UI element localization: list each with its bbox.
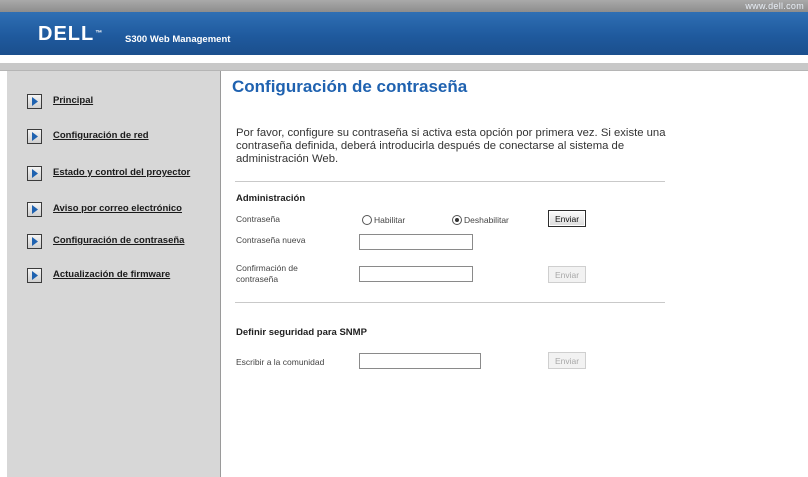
header-separator xyxy=(0,63,808,71)
snmp-submit-button[interactable]: Enviar xyxy=(548,352,586,369)
header-gap xyxy=(0,55,808,63)
sidebar-item-label: Estado y control del proyector xyxy=(53,167,191,178)
snmp-community-label: Escribir a la comunidad xyxy=(236,357,325,367)
arrow-right-icon xyxy=(27,166,42,181)
divider xyxy=(235,181,665,182)
confirm-password-input[interactable] xyxy=(359,266,473,282)
main-content: Configuración de contraseña Por favor, c… xyxy=(221,71,808,477)
confirm-password-label: Confirmación de contraseña xyxy=(236,263,298,284)
intro-text: Por favor, configure su contraseña si ac… xyxy=(236,127,666,165)
password-enable-submit-button[interactable]: Enviar xyxy=(548,210,586,227)
arrow-right-icon xyxy=(27,234,42,249)
disable-radio[interactable] xyxy=(452,215,462,225)
sidebar-item-label: Configuración de contraseña xyxy=(53,235,185,246)
sidebar-item-label: Configuración de red xyxy=(53,130,149,141)
page-title: Configuración de contraseña xyxy=(232,77,468,96)
divider xyxy=(235,302,665,303)
sidebar-item-label: Actualización de firmware xyxy=(53,269,171,280)
disable-radio-label: Deshabilitar xyxy=(464,215,509,225)
section-title-administration: Administración xyxy=(236,193,306,204)
top-strip: www.dell.com xyxy=(0,0,808,12)
enable-radio-label: Habilitar xyxy=(374,215,406,225)
app-header: DELL™ S300 Web Management xyxy=(0,12,808,55)
new-password-label: Contraseña nueva xyxy=(236,235,306,245)
snmp-community-input[interactable] xyxy=(359,353,481,369)
confirm-password-submit-button[interactable]: Enviar xyxy=(548,266,586,283)
sidebar-item-label: Principal xyxy=(53,95,94,106)
arrow-right-icon xyxy=(27,94,42,109)
sidebar-item-label: Aviso por correo electrónico xyxy=(53,203,182,214)
dell-url-link[interactable]: www.dell.com xyxy=(745,0,804,12)
section-title-snmp: Definir seguridad para SNMP xyxy=(236,327,367,338)
arrow-right-icon xyxy=(27,202,42,217)
dell-logo: DELL™ xyxy=(38,23,104,45)
password-label: Contraseña xyxy=(236,214,280,224)
new-password-input[interactable] xyxy=(359,234,473,250)
enable-radio[interactable] xyxy=(362,215,372,225)
sidebar: Principal Configuración de red Estado y … xyxy=(7,71,221,477)
arrow-right-icon xyxy=(27,129,42,144)
app-title: S300 Web Management xyxy=(125,34,231,45)
arrow-right-icon xyxy=(27,268,42,283)
